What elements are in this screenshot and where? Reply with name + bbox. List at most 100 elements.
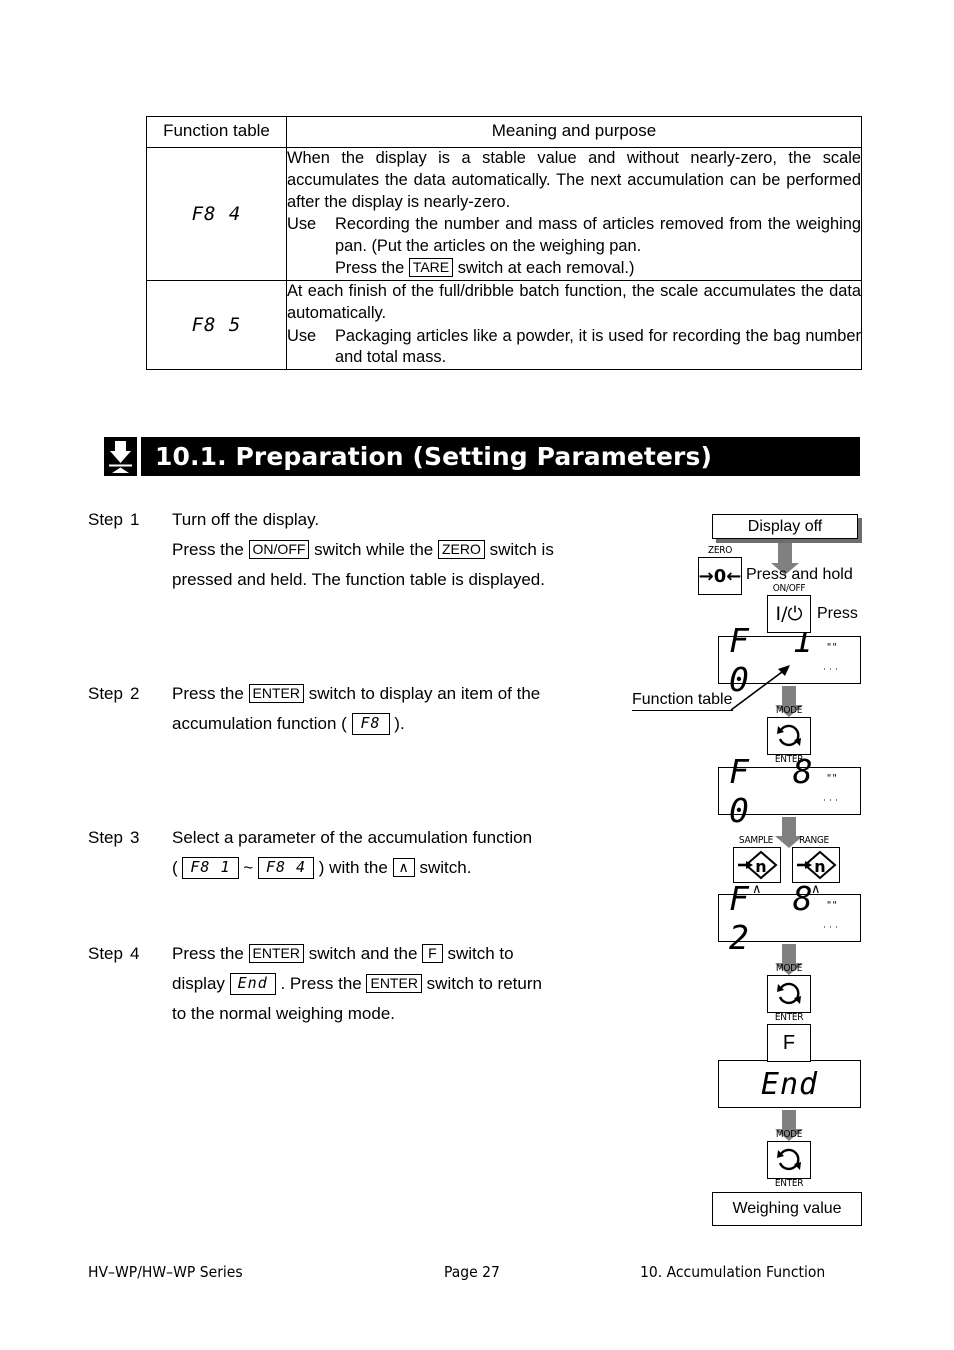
use-label: Use xyxy=(287,326,317,345)
enter-key-label: ENTER xyxy=(366,974,422,994)
segment-value-f8: F8 xyxy=(351,713,390,735)
function-code-f8-5: F8 5 xyxy=(146,279,287,371)
page-title: 10.1. Preparation (Setting Parameters) xyxy=(155,442,712,471)
range-caret-icon: ∧ xyxy=(811,882,821,897)
segment-value-f8-4: F8 4 xyxy=(257,857,315,879)
step-2-line-1: Press the ENTER switch to display an ite… xyxy=(172,679,608,709)
step-1-line-3: pressed and held. The function table is … xyxy=(172,570,545,589)
step-4-text-b: switch and the xyxy=(308,944,418,963)
step-1-body: Turn off the display. Press the ON/OFF s… xyxy=(172,505,608,595)
blink-indicator-bottom: ˙˙˙ xyxy=(822,926,840,937)
blink-indicator-bottom: ˙˙˙ xyxy=(822,799,840,810)
enter-key-caption-3: ENTER xyxy=(774,1178,804,1189)
step-2-text-c: accumulation function ( xyxy=(172,714,347,733)
use-text: Packaging articles like a powder, it is … xyxy=(335,326,861,370)
step-4-text-e: . Press the xyxy=(280,974,362,993)
step-4-line-1: Press the ENTER switch and the F switch … xyxy=(172,939,608,969)
blink-indicator-top: "" xyxy=(826,642,838,653)
circular-arrows-icon xyxy=(777,1148,801,1171)
use-label: Use xyxy=(287,215,317,234)
steps-list: Step 1 Turn off the display. Press the O… xyxy=(88,505,608,1029)
step-2-label: Step xyxy=(88,684,123,703)
svg-text:n: n xyxy=(755,857,766,876)
section-heading-bar: 10.1. Preparation (Setting Parameters) xyxy=(104,437,860,476)
blink-indicator-bottom: ˙˙˙ xyxy=(822,668,840,679)
step-3-tilde: ~ xyxy=(243,858,254,877)
zero-key-glyph-icon: →0← xyxy=(698,565,742,587)
step-2: Step 2 Press the ENTER switch to display… xyxy=(88,679,608,739)
description-paragraph: When the display is a stable value and w… xyxy=(287,149,861,211)
step-3-number: 3 xyxy=(130,828,140,847)
mode-key-caption-3: MODE xyxy=(775,1129,803,1140)
lcd-display-end-value: End xyxy=(760,1066,819,1102)
range-key-caption: RANGE xyxy=(799,835,829,846)
step-4: Step 4 Press the ENTER switch and the F … xyxy=(88,939,608,1029)
step-2-line-2: accumulation function ( F8 ). xyxy=(172,709,608,739)
circular-arrows-icon xyxy=(777,724,801,747)
segment-value-f8-1: F8 1 xyxy=(182,857,239,879)
step-3-text-a: ( xyxy=(172,858,178,877)
step-2-text-d: ). xyxy=(394,714,405,733)
press-and-hold-label: Press and hold xyxy=(746,566,853,583)
step-1-line-2: Press the ON/OFF switch while the ZERO s… xyxy=(172,535,608,565)
use-text-line-b: Press the TARE switch at each removal.) xyxy=(335,258,861,280)
step-3-text-c: switch. xyxy=(419,858,472,877)
f-key-glyph: F xyxy=(782,1031,796,1054)
lcd-display-f-8-2: F 8 2 "" ˙˙˙ xyxy=(718,879,861,957)
enter-key-caption-2: ENTER xyxy=(774,1012,804,1023)
use-text-after-key: switch at each removal.) xyxy=(457,259,635,278)
step-4-line-2: display End . Press the ENTER switch to … xyxy=(172,969,608,999)
zero-key: →0← xyxy=(698,557,742,595)
table-row: F8 4 When the display is a stable value … xyxy=(146,147,862,281)
function-table: Function table Meaning and purpose F8 4 … xyxy=(146,116,862,371)
description-paragraph: At each finish of the full/dribble batch… xyxy=(287,281,861,322)
f-key-label: F xyxy=(422,944,443,964)
step-1-text-b: switch while the xyxy=(314,540,434,559)
step-2-text-a: Press the xyxy=(172,684,244,703)
step-1-text-c: switch is xyxy=(489,540,554,559)
step-3-line-1: Select a parameter of the accumulation f… xyxy=(172,828,533,847)
operation-flow-diagram: Display off ZERO →0← Press and hold ON/O… xyxy=(620,505,880,1265)
step-4-text-f: switch to return xyxy=(426,974,542,993)
step-4-text-c: switch to xyxy=(447,944,514,963)
flow-box-display-off: Display off xyxy=(712,514,858,539)
sample-key-caption: SAMPLE xyxy=(738,835,774,846)
use-row: Use Packaging articles like a powder, it… xyxy=(287,326,861,370)
power-icon: I/⏻ xyxy=(775,603,803,625)
step-4-number: 4 xyxy=(130,944,140,963)
use-text-line-a: Packaging articles like a powder, it is … xyxy=(335,326,861,367)
step-4-line-3: to the normal weighing mode. xyxy=(172,1004,396,1023)
step-3-body: Select a parameter of the accumulation f… xyxy=(172,823,608,883)
onoff-key-caption: ON/OFF xyxy=(772,583,806,594)
use-text-line-a: Recording the number and mass of article… xyxy=(335,215,861,256)
step-3-label: Step xyxy=(88,828,123,847)
zero-key-label: ZERO xyxy=(437,540,485,560)
function-description-f8-4: When the display is a stable value and w… xyxy=(286,147,862,281)
column-header-meaning: Meaning and purpose xyxy=(286,116,862,148)
flow-arrow-5 xyxy=(775,1110,803,1141)
table-header-row: Function table Meaning and purpose xyxy=(146,116,862,148)
step-2-body: Press the ENTER switch to display an ite… xyxy=(172,679,608,739)
step-1-line-1: Turn off the display. xyxy=(172,510,320,529)
onoff-key: I/⏻ xyxy=(767,595,811,633)
function-table-callout: Function table xyxy=(632,691,733,711)
use-text-before-key: Press the xyxy=(335,259,405,278)
step-4-text-d: display xyxy=(172,974,225,993)
enter-key-caption-1: ENTER xyxy=(774,754,804,765)
lcd-display-end: End xyxy=(718,1060,861,1108)
step-4-label: Step xyxy=(88,944,123,963)
step-3: Step 3 Select a parameter of the accumul… xyxy=(88,823,608,883)
flow-box-display-off-label: Display off xyxy=(747,517,823,535)
footer-page-number: Page 27 xyxy=(444,1263,500,1281)
function-code-f8-4: F8 4 xyxy=(146,147,287,281)
range-diamond-n-icon: n xyxy=(797,850,837,880)
step-1-number: 1 xyxy=(130,510,140,529)
down-arrow-to-line-icon xyxy=(104,437,137,476)
sample-key: n xyxy=(733,847,781,883)
footer-series: HV–WP/HW–WP Series xyxy=(88,1263,243,1281)
sample-diamond-n-icon: n xyxy=(738,850,778,880)
mode-key-caption-2: MODE xyxy=(775,963,803,974)
mode-key-caption-1: MODE xyxy=(775,705,803,716)
onoff-key-label: ON/OFF xyxy=(248,540,310,560)
flow-arrow-1 xyxy=(771,543,799,575)
